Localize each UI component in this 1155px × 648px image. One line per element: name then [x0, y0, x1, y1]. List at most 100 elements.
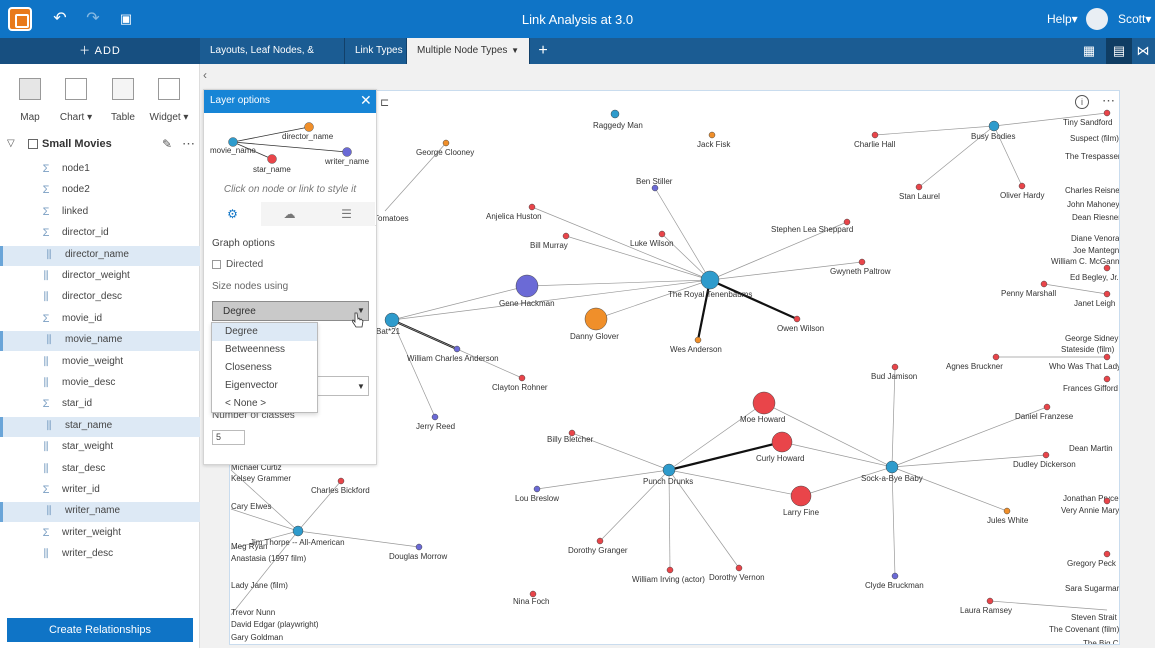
tab-layouts[interactable]: Layouts, Leaf Nodes, & Symbols [200, 38, 345, 82]
field-movie-desc[interactable]: ⫼ movie_desc [0, 374, 200, 394]
field-star-weight[interactable]: ⫼ star_weight [0, 438, 200, 458]
size-nodes-select[interactable]: Degree ▼ [212, 301, 369, 321]
graph-node[interactable] [292, 525, 304, 537]
field-director-id[interactable]: Σdirector_id [0, 224, 200, 244]
graph-node[interactable] [562, 232, 570, 240]
user-menu[interactable]: Scott▾ [1118, 12, 1151, 26]
graph-node[interactable] [1103, 264, 1111, 272]
pencil-icon[interactable]: ✎ [162, 137, 172, 151]
avatar[interactable] [1086, 8, 1108, 30]
graph-link[interactable] [709, 278, 798, 321]
option-none[interactable]: < None > [212, 395, 317, 413]
field-director-weight[interactable]: ⫼ director_weight [0, 267, 200, 287]
graph-node[interactable] [735, 564, 743, 572]
field-node1[interactable]: Σnode1 [0, 160, 200, 180]
field-movie-id[interactable]: Σmovie_id [0, 310, 200, 330]
graph-node[interactable] [790, 485, 812, 507]
grid-view-icon[interactable]: ▦ [1076, 38, 1102, 64]
graph-node[interactable] [518, 374, 526, 382]
graph-node[interactable] [528, 203, 536, 211]
graph-node[interactable] [584, 307, 608, 331]
field-star-desc[interactable]: ⫼ star_desc [0, 460, 200, 480]
graph-node[interactable] [694, 336, 702, 344]
app-logo[interactable] [8, 7, 32, 31]
field-linked[interactable]: Σlinked [0, 203, 200, 223]
graph-node[interactable] [442, 139, 450, 147]
dataset-header[interactable]: ▽ Small Movies ✎ ⋯ [0, 136, 200, 156]
graph-node[interactable] [752, 391, 776, 415]
add-tab-button[interactable]: + [533, 41, 553, 61]
field-star-id[interactable]: Σstar_id [0, 395, 200, 415]
option-eigenvector[interactable]: Eigenvector [212, 377, 317, 395]
redo-icon[interactable]: ↷ [83, 9, 103, 29]
graph-node[interactable] [1103, 290, 1111, 298]
graph-node[interactable] [658, 230, 666, 238]
graph-node[interactable] [431, 413, 439, 421]
graph-node[interactable] [415, 543, 423, 551]
graph-link[interactable] [595, 279, 711, 320]
field-director-desc[interactable]: ⫼ director_desc [0, 288, 200, 308]
graph-link[interactable] [526, 279, 711, 287]
viz-table[interactable]: Table [103, 78, 143, 123]
field-movie-weight[interactable]: ⫼ movie_weight [0, 353, 200, 373]
tab-link-types[interactable]: Link Types [345, 38, 407, 64]
field-writer-weight[interactable]: Σwriter_weight [0, 524, 200, 544]
viz-widget[interactable]: Widget ▾ [149, 78, 189, 123]
graph-node[interactable] [596, 537, 604, 545]
graph-node[interactable] [1103, 353, 1111, 361]
writer-node-type[interactable] [342, 147, 352, 157]
option-degree[interactable]: Degree [212, 323, 317, 341]
field-writer-desc[interactable]: ⫼ writer_desc [0, 545, 200, 565]
more-icon[interactable]: ⋯ [1102, 93, 1115, 109]
info-icon[interactable]: i [1075, 95, 1089, 109]
graph-node[interactable] [915, 183, 923, 191]
checkbox-box[interactable] [212, 260, 221, 269]
field-star-name[interactable]: ⫼ star_name [0, 416, 200, 437]
graph-node[interactable] [533, 485, 541, 493]
viz-map[interactable]: Map [10, 78, 50, 123]
graph-node[interactable] [708, 131, 716, 139]
field-movie-name[interactable]: ⫼ movie_name [0, 331, 200, 352]
card-view-icon[interactable]: ▤ [1106, 38, 1132, 64]
number-of-classes-input[interactable]: 5 [212, 430, 245, 445]
palette-icon[interactable]: ☁ [261, 202, 318, 226]
graph-node[interactable] [771, 431, 793, 453]
graph-link[interactable] [891, 366, 896, 468]
field-writer-id[interactable]: Σwriter_id [0, 481, 200, 501]
star-node-type[interactable] [267, 154, 277, 164]
graph-node[interactable] [1103, 109, 1111, 117]
graph-node[interactable] [891, 572, 899, 580]
graph-node[interactable] [1103, 497, 1111, 505]
graph-node[interactable] [988, 120, 1000, 132]
graph-node[interactable] [666, 566, 674, 574]
field-node2[interactable]: Σnode2 [0, 181, 200, 201]
graph-node[interactable] [700, 270, 720, 290]
collapse-panel-icon[interactable]: ‹ [203, 68, 207, 82]
node-type-diagram[interactable]: movie_name director_name star_name write… [204, 113, 376, 178]
graph-node[interactable] [1003, 507, 1011, 515]
help-menu[interactable]: Help▾ [1047, 12, 1078, 26]
graph-node[interactable] [871, 131, 879, 139]
add-button[interactable]: ＋ ADD [0, 38, 200, 64]
field-writer-name[interactable]: ⫼ writer_name [0, 502, 200, 523]
graph-node[interactable] [515, 274, 539, 298]
option-betweenness[interactable]: Betweenness [212, 341, 317, 359]
graph-node[interactable] [1040, 280, 1048, 288]
create-relationships-button[interactable]: Create Relationships [7, 618, 193, 642]
graph-link[interactable] [891, 466, 896, 577]
field-director-name[interactable]: ⫼ director_name [0, 245, 200, 266]
graph-node[interactable] [384, 312, 400, 328]
graph-node[interactable] [793, 315, 801, 323]
save-icon[interactable]: ▣ [116, 9, 136, 29]
graph-node[interactable] [1042, 451, 1050, 459]
chevron-down-icon[interactable]: ▽ [7, 138, 15, 149]
more-icon[interactable]: ⋯ [182, 136, 195, 152]
directed-checkbox[interactable]: Directed [212, 259, 372, 273]
option-closeness[interactable]: Closeness [212, 359, 317, 377]
graph-node[interactable] [986, 597, 994, 605]
graph-node[interactable] [453, 345, 461, 353]
graph-node[interactable] [992, 353, 1000, 361]
viz-chart[interactable]: Chart ▾ [56, 78, 96, 123]
graph-node[interactable] [891, 363, 899, 371]
gear-icon[interactable]: ⚙ [204, 202, 261, 226]
